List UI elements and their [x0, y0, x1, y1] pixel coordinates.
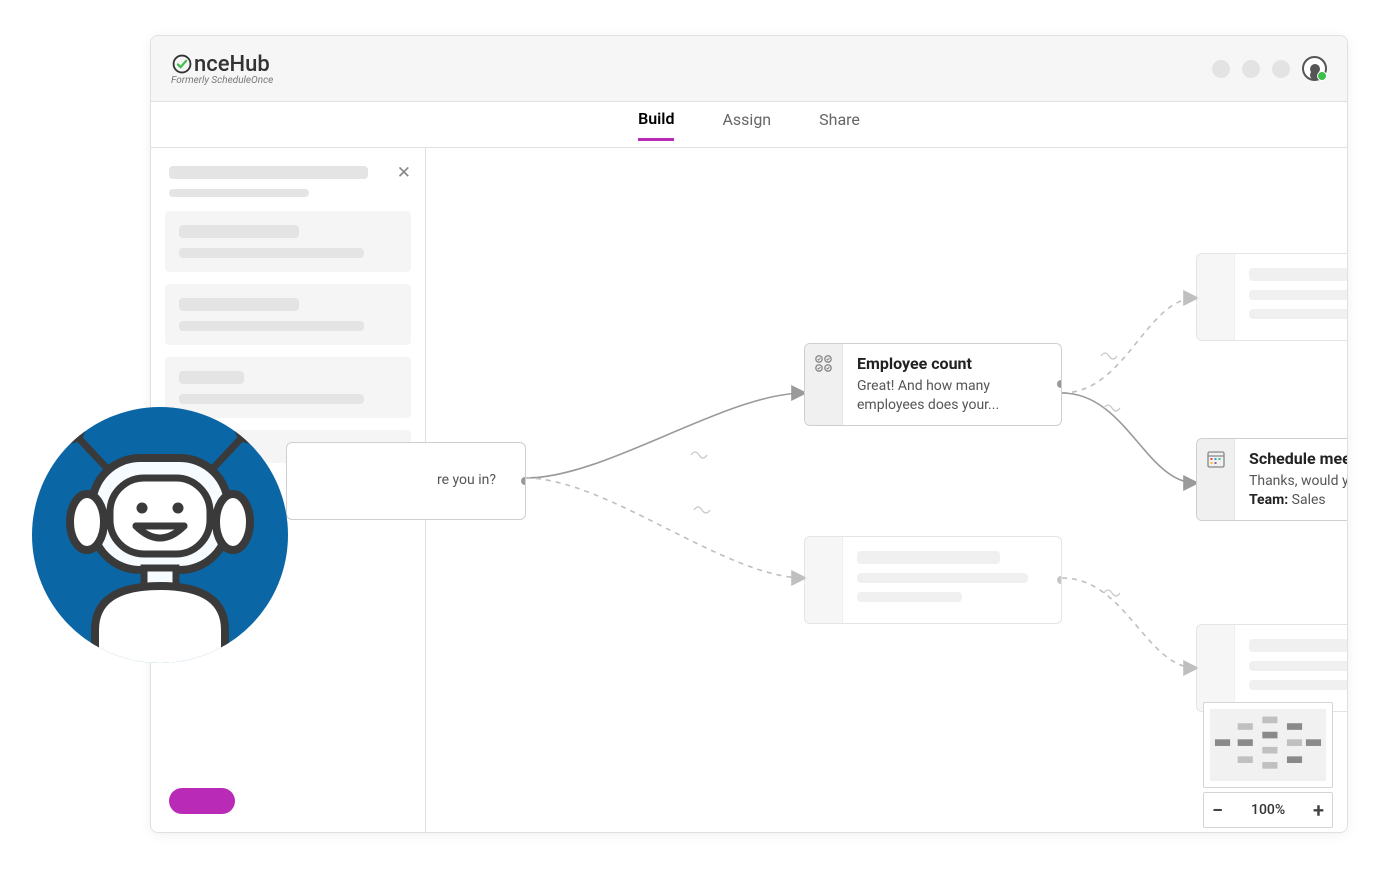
node-port[interactable]: [1057, 380, 1062, 388]
body: ✕: [151, 148, 1347, 832]
zoom-controls: − 100% +: [1203, 792, 1333, 828]
sidebar-header: ✕: [151, 148, 425, 205]
logo-mark-icon: [171, 53, 193, 75]
sidebar-footer: [151, 770, 425, 832]
tab-assign[interactable]: Assign: [722, 110, 771, 139]
canvas[interactable]: re you in? Employee count Great! And ho: [426, 148, 1347, 832]
topbar: nceHub Formerly ScheduleOnce: [151, 36, 1347, 102]
minimap[interactable]: [1203, 702, 1333, 788]
logo-text: nceHub: [171, 52, 273, 77]
logo-name: nceHub: [194, 52, 270, 77]
node-port[interactable]: [1057, 576, 1062, 584]
flow-node-schedule-meeting[interactable]: Schedule meeting Thanks, would you like.…: [1196, 438, 1347, 521]
bot-avatar-icon: [25, 400, 295, 670]
topbar-placeholder-icon: [1242, 60, 1260, 78]
calendar-icon: [1197, 439, 1235, 520]
topbar-placeholder-icon: [1212, 60, 1230, 78]
primary-action-button[interactable]: [169, 788, 235, 814]
flow-node-placeholder[interactable]: [804, 536, 1062, 624]
zoom-in-button[interactable]: +: [1313, 800, 1324, 820]
sidebar-card[interactable]: [165, 284, 411, 345]
node-port[interactable]: [521, 477, 526, 485]
node-team: Team: Sales: [1249, 491, 1347, 510]
sidebar-subtitle-placeholder: [169, 189, 309, 197]
sidebar-card[interactable]: [165, 211, 411, 272]
sidebar-title-placeholder: [169, 166, 368, 179]
zoom-out-button[interactable]: −: [1212, 800, 1223, 820]
node-subtitle: Thanks, would you like...: [1249, 472, 1347, 491]
profile-avatar[interactable]: [1302, 56, 1327, 81]
node-subtitle: re you in?: [437, 471, 511, 490]
app-window: nceHub Formerly ScheduleOnce Build Assig…: [150, 35, 1348, 833]
flow-node-placeholder[interactable]: [1196, 253, 1347, 341]
multiple-choice-icon: [805, 344, 843, 425]
node-subtitle: Great! And how many employees does your.…: [857, 377, 1047, 415]
tabs: Build Assign Share: [151, 102, 1347, 148]
flow-node-placeholder[interactable]: [1196, 624, 1347, 712]
close-icon[interactable]: ✕: [397, 163, 411, 183]
tab-share[interactable]: Share: [819, 110, 860, 139]
node-title: Employee count: [857, 354, 1047, 373]
tab-build[interactable]: Build: [638, 109, 674, 141]
flow-node-industry[interactable]: re you in?: [286, 442, 526, 520]
topbar-placeholder-icon: [1272, 60, 1290, 78]
topbar-right: [1212, 56, 1327, 81]
logo-subtitle: Formerly ScheduleOnce: [171, 75, 273, 86]
flow-node-employee-count[interactable]: Employee count Great! And how many emplo…: [804, 343, 1062, 426]
placeholder-icon: [1197, 625, 1235, 711]
logo: nceHub Formerly ScheduleOnce: [171, 52, 273, 86]
node-title: Schedule meeting: [1249, 449, 1347, 468]
placeholder-icon: [805, 537, 843, 623]
zoom-level: 100%: [1251, 802, 1285, 818]
placeholder-icon: [1197, 254, 1235, 340]
